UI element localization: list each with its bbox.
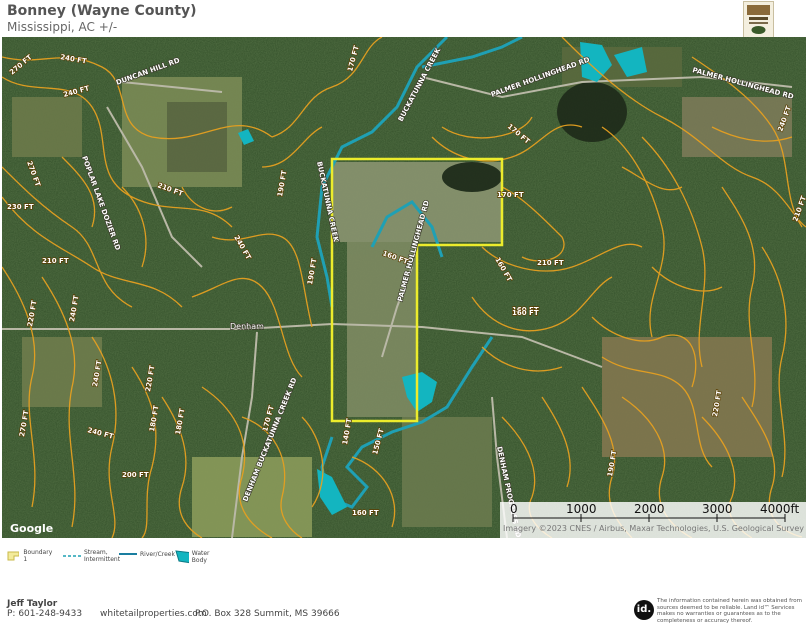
land-id-logo: id.	[634, 600, 654, 620]
scale-tick: 1000	[566, 502, 597, 516]
imagery-attribution: Imagery ©2023 CNES / Airbus, Maxar Techn…	[503, 524, 805, 533]
agent-phone[interactable]: P: 601-248-9433	[7, 609, 82, 619]
svg-text:210 FT: 210 FT	[537, 259, 564, 267]
boundary-icon	[7, 551, 20, 561]
google-watermark: Google	[10, 522, 53, 535]
scale-tick: 4000ft	[760, 502, 800, 516]
legend-item: Water Body	[175, 549, 216, 565]
page-title: Bonney (Wayne County)	[7, 3, 197, 19]
website-link[interactable]: whitetailproperties.com	[100, 609, 207, 619]
legend-label: Stream, Intermittent	[84, 549, 121, 563]
legend-label: Boundary 1	[23, 549, 53, 563]
scale-tick: 2000	[634, 502, 665, 516]
svg-text:200 FT: 200 FT	[122, 471, 149, 479]
agent-name: Jeff Taylor	[7, 599, 58, 609]
svg-text:170 FT: 170 FT	[497, 191, 524, 199]
scale-bar: 0 1000 2000 3000 4000ft Imagery ©2023 CN…	[500, 502, 806, 538]
legend-item: Boundary 1	[7, 549, 54, 563]
aerial-map[interactable]: DUNCAN HILL RD POPLAR LAKE DOZIER RD BUC…	[2, 37, 806, 538]
scale-tick: 0	[510, 502, 518, 516]
legend-item: River/Creek	[118, 549, 175, 559]
legend-item: Stream, Intermittent	[62, 549, 121, 563]
svg-text:160 FT: 160 FT	[352, 509, 379, 517]
place-label: Denham	[230, 322, 264, 331]
legend-label: Water Body	[191, 550, 210, 564]
brand-logo	[743, 1, 774, 38]
mailing-address: P.O. Box 328 Summit, MS 39666	[195, 609, 340, 619]
legend-label: River/Creek	[140, 550, 175, 558]
disclaimer-text: The information contained herein was obt…	[657, 598, 802, 624]
river-creek-icon	[119, 553, 137, 555]
stream-intermittent-icon	[63, 555, 81, 557]
svg-text:210 FT: 210 FT	[42, 257, 69, 265]
svg-text:160 FT: 160 FT	[512, 309, 539, 317]
water-body-icon	[175, 550, 189, 564]
svg-text:230 FT: 230 FT	[7, 203, 34, 211]
page-subtitle: Mississippi, AC +/-	[7, 20, 118, 34]
scale-tick: 3000	[702, 502, 733, 516]
